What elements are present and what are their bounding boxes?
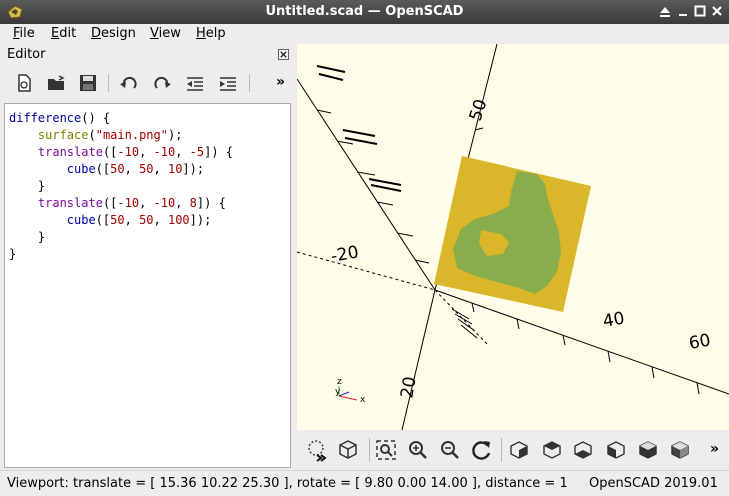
- code-token: 50: [139, 162, 154, 176]
- unindent-icon[interactable]: [183, 72, 207, 94]
- axis-line: [401, 289, 436, 430]
- code-token: ([: [102, 196, 118, 210]
- view-toolbar-more-button[interactable]: »: [710, 441, 719, 457]
- view-bottom-icon[interactable]: [571, 438, 595, 462]
- code-token: 100: [167, 213, 190, 227]
- code-token: 50: [110, 213, 125, 227]
- axis-label: 50: [466, 97, 492, 124]
- axis-line: [434, 289, 729, 395]
- viewport-status: Viewport: translate = [ 15.36 10.22 25.3…: [7, 476, 568, 491]
- viewport-scene: 50 40 -20 60 20 z y x: [297, 44, 729, 430]
- code-token: difference: [9, 111, 82, 125]
- toolbar-separator: [249, 74, 250, 92]
- code-token: ,: [153, 162, 168, 176]
- code-token: ,: [139, 145, 154, 159]
- version-label: OpenSCAD 2019.01: [589, 476, 718, 491]
- 3d-viewport[interactable]: 50 40 -20 60 20 z y x: [297, 44, 729, 430]
- code-token: ,: [124, 162, 140, 176]
- minimize-window-icon[interactable]: [675, 3, 691, 19]
- axis-indicator-y: y: [335, 387, 341, 397]
- code-token: -10: [153, 196, 176, 210]
- open-file-icon[interactable]: [44, 72, 68, 94]
- code-token: ([: [95, 213, 111, 227]
- editor-toolbar: »: [0, 68, 297, 98]
- axis-label: 60: [687, 330, 712, 353]
- code-token: translate: [37, 196, 103, 210]
- close-window-icon[interactable]: [709, 3, 725, 19]
- code-token: );: [167, 128, 183, 142]
- title-bar: Untitled.scad — OpenSCAD: [0, 0, 729, 24]
- axis-label: 20: [397, 375, 420, 400]
- redo-icon[interactable]: [150, 72, 174, 94]
- code-token: surface: [37, 128, 89, 142]
- code-token: cube: [66, 213, 96, 227]
- view-toolbar: »: [297, 430, 729, 470]
- window-title: Untitled.scad — OpenSCAD: [265, 4, 464, 19]
- preview-icon[interactable]: [305, 438, 329, 462]
- editor-title: Editor: [7, 47, 46, 62]
- status-bar: Viewport: translate = [ 15.36 10.22 25.3…: [0, 470, 729, 496]
- menu-bar: File Edit Design View Help: [0, 24, 729, 44]
- toolbar-more-button[interactable]: »: [276, 74, 285, 90]
- reset-view-icon[interactable]: [470, 438, 494, 462]
- code-token: -10: [117, 145, 140, 159]
- code-token: }: [37, 230, 46, 244]
- code-token: cube: [66, 162, 96, 176]
- code-token: ]);: [182, 162, 205, 176]
- menu-design[interactable]: Design: [91, 26, 136, 41]
- save-icon[interactable]: [76, 72, 100, 94]
- view-all-icon[interactable]: [374, 438, 398, 462]
- code-token: ,: [175, 145, 190, 159]
- shade-window-icon[interactable]: [657, 3, 673, 19]
- menu-view[interactable]: View: [150, 26, 181, 41]
- render-icon[interactable]: [336, 438, 360, 462]
- toolbar-separator: [369, 438, 370, 462]
- code-token: }: [37, 179, 46, 193]
- axis-label: -20: [329, 242, 360, 267]
- toolbar-separator: [501, 438, 502, 462]
- new-file-icon[interactable]: [12, 72, 36, 94]
- undo-icon[interactable]: [117, 72, 141, 94]
- code-token: ,: [139, 196, 154, 210]
- axis-indicator-x: x: [360, 395, 366, 405]
- code-token: "main.png": [95, 128, 168, 142]
- code-token: ]) {: [196, 196, 226, 210]
- code-token: ]) {: [204, 145, 234, 159]
- code-token: ([: [95, 162, 111, 176]
- code-token: () {: [81, 111, 111, 125]
- code-token: 50: [139, 213, 154, 227]
- toolbar-separator: [108, 74, 109, 92]
- view-right-icon[interactable]: [507, 438, 531, 462]
- view-left-icon[interactable]: [604, 438, 628, 462]
- code-token: ,: [175, 196, 190, 210]
- code-token: }: [9, 247, 17, 261]
- code-token: -10: [153, 145, 176, 159]
- editor-panel: Editor » difference() {surface("main.pn…: [0, 44, 297, 470]
- code-editor[interactable]: difference() { surface("main.png"); tran…: [4, 103, 291, 468]
- menu-file[interactable]: File: [13, 26, 35, 41]
- code-token: translate: [37, 145, 103, 159]
- view-back-icon[interactable]: [668, 438, 692, 462]
- indent-icon[interactable]: [216, 72, 240, 94]
- code-token: 50: [110, 162, 125, 176]
- code-token: ,: [124, 213, 140, 227]
- close-panel-icon[interactable]: [278, 49, 289, 60]
- code-token: ,: [153, 213, 168, 227]
- view-front-icon[interactable]: [636, 438, 660, 462]
- menu-help[interactable]: Help: [196, 26, 226, 41]
- code-token: 10: [167, 162, 183, 176]
- view-top-icon[interactable]: [540, 438, 564, 462]
- axis-indicator-z: z: [337, 377, 342, 387]
- code-token: 8: [189, 196, 197, 210]
- code-token: ([: [102, 145, 118, 159]
- zoom-in-icon[interactable]: [406, 438, 430, 462]
- axis-label: 40: [601, 308, 626, 331]
- code-token: ]);: [189, 213, 212, 227]
- zoom-out-icon[interactable]: [438, 438, 462, 462]
- code-token: -10: [117, 196, 140, 210]
- menu-edit[interactable]: Edit: [51, 26, 76, 41]
- maximize-window-icon[interactable]: [692, 3, 708, 19]
- code-token: -5: [189, 145, 205, 159]
- code-token: (: [88, 128, 96, 142]
